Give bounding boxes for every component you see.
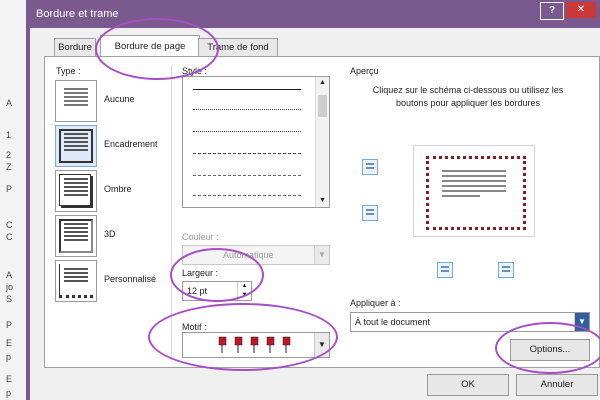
type-encadrement-icon[interactable] (55, 125, 97, 167)
close-icon[interactable]: ✕ (566, 2, 596, 18)
cancel-button[interactable]: Annuler (516, 374, 598, 396)
type-ombre-icon[interactable] (55, 170, 97, 212)
style-list[interactable]: ▲ ▼ (182, 76, 330, 208)
doc-letter: jo (6, 282, 14, 292)
preview-page[interactable] (413, 145, 535, 237)
ok-button[interactable]: OK (427, 374, 509, 396)
doc-letter: A (6, 270, 13, 280)
style-dotted-line[interactable] (193, 109, 301, 110)
preview-instructions: Cliquez sur le schéma ci-dessous ou util… (372, 85, 564, 108)
type-aucune-icon[interactable] (55, 80, 97, 122)
style-dash-dot-line[interactable] (193, 195, 301, 196)
doc-letter: E (6, 374, 13, 384)
type-encadrement-label[interactable]: Encadrement (104, 139, 158, 149)
annotation-ring (495, 322, 600, 374)
doc-letter: P (6, 320, 13, 330)
doc-letter: p (6, 352, 12, 362)
chevron-down-icon[interactable]: ▼ (314, 246, 329, 264)
type-label: Type : (56, 66, 81, 76)
preview-text-lines (442, 170, 506, 197)
doc-letter: A (6, 98, 13, 108)
type-3d-label[interactable]: 3D (104, 229, 116, 239)
annotation-ring (95, 18, 219, 80)
style-dashed-line[interactable] (193, 153, 301, 154)
tab-bordure[interactable]: Bordure (54, 38, 96, 57)
doc-letter: 2 (6, 150, 12, 160)
doc-letter: C (6, 220, 13, 230)
scroll-down-icon[interactable]: ▼ (316, 195, 329, 207)
type-aucune-label[interactable]: Aucune (104, 94, 135, 104)
doc-letter: p (6, 388, 12, 398)
apply-value: À tout le document (355, 317, 431, 327)
type-personnalise-icon[interactable] (55, 260, 97, 302)
style-scrollbar[interactable]: ▲ ▼ (315, 77, 329, 207)
style-solid-line[interactable] (193, 89, 301, 90)
help-icon[interactable]: ? (540, 2, 564, 20)
annotation-ring (148, 303, 338, 371)
border-left-icon[interactable] (437, 262, 453, 278)
scroll-up-icon[interactable]: ▲ (316, 77, 329, 89)
apply-label: Appliquer à : (350, 298, 401, 308)
color-label: Couleur : (182, 232, 219, 242)
border-top-icon[interactable] (362, 159, 378, 175)
type-ombre-label[interactable]: Ombre (104, 184, 132, 194)
doc-letter: 1 (6, 130, 12, 140)
dialog-title: Bordure et trame (36, 8, 119, 20)
style-long-dashed-line[interactable] (193, 175, 301, 176)
doc-letter: E (6, 338, 13, 348)
doc-letter: Z (6, 162, 12, 172)
scroll-thumb[interactable] (318, 95, 327, 117)
style-fine-dotted-line[interactable] (193, 131, 301, 132)
doc-letter: S (6, 294, 13, 304)
type-personnalise-label[interactable]: Personnalisé (104, 274, 156, 284)
border-right-icon[interactable] (498, 262, 514, 278)
doc-letter: C (6, 232, 13, 242)
doc-letter: P (6, 184, 13, 194)
annotation-ring (170, 248, 264, 302)
preview-label: Aperçu (350, 66, 379, 76)
type-3d-icon[interactable] (55, 215, 97, 257)
border-bottom-icon[interactable] (362, 205, 378, 221)
